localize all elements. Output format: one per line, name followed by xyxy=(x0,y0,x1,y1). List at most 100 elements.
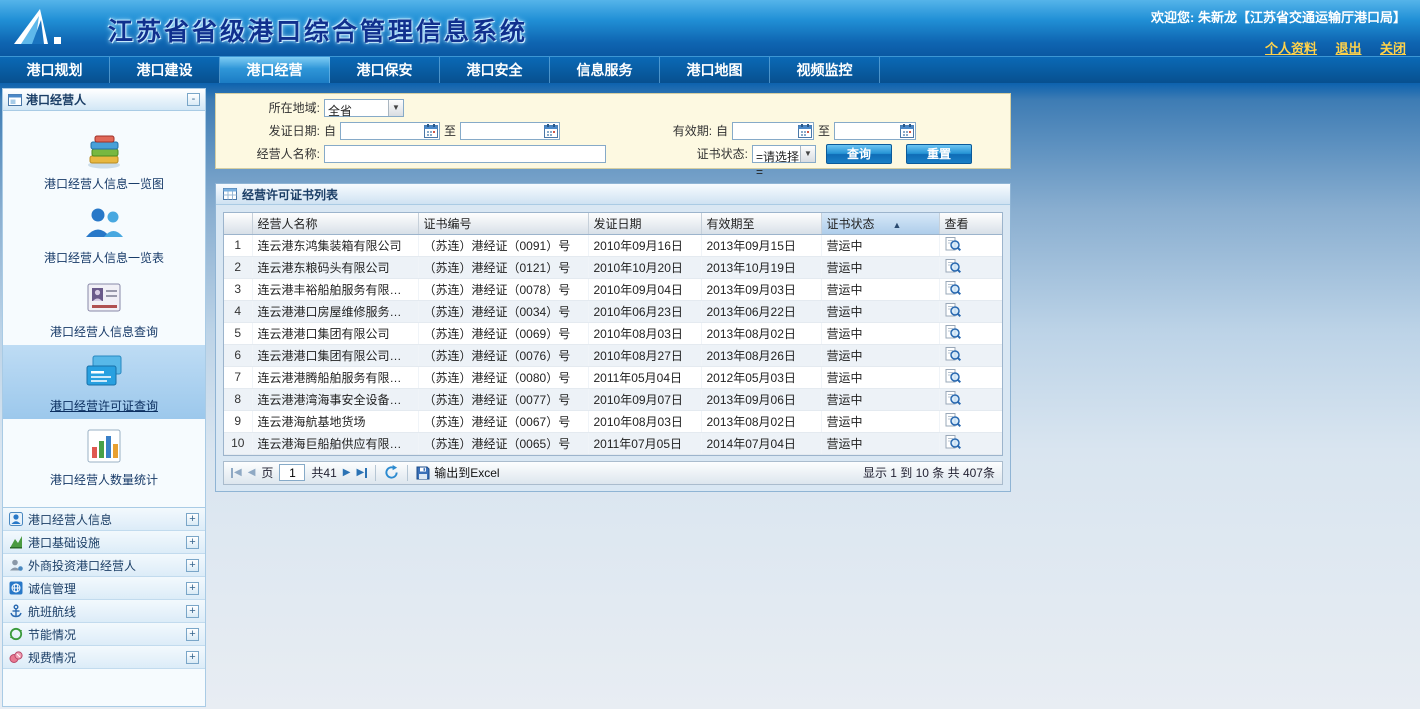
valid-until-cell: 2013年09月03日 xyxy=(701,278,821,300)
view-certificate-button[interactable] xyxy=(945,346,961,362)
view-certificate-button[interactable] xyxy=(945,412,961,428)
view-certificate-button[interactable] xyxy=(945,280,961,296)
sidebar-item-operator-statistics[interactable]: 港口经营人数量统计 xyxy=(3,419,205,493)
collapse-button[interactable]: - xyxy=(187,93,200,106)
to-label: 至 xyxy=(818,122,830,139)
expand-button[interactable]: + xyxy=(186,582,199,595)
table-row[interactable]: 1 连云港东鸿集装箱有限公司 （苏连）港经证（0091）号 2010年09月16… xyxy=(224,234,1002,256)
tab-port-planning[interactable]: 港口规划 xyxy=(0,57,110,83)
view-certificate-button[interactable] xyxy=(945,324,961,340)
table-row[interactable]: 10 连云港海巨船舶供应有限公司 （苏连）港经证（0065）号 2011年07月… xyxy=(224,432,1002,454)
cert-status-header[interactable]: 证书状态▲ xyxy=(821,213,939,234)
row-number: 2 xyxy=(224,256,252,278)
view-certificate-button[interactable] xyxy=(945,434,961,450)
table-row[interactable]: 6 连云港港口集团有限公司轮驳... （苏连）港经证（0076）号 2010年0… xyxy=(224,344,1002,366)
calendar-icon[interactable] xyxy=(900,124,914,138)
separator xyxy=(375,465,376,481)
welcome-text: 欢迎您: 朱新龙【江苏省交通运输厅港口局】 xyxy=(1151,7,1406,26)
export-excel-button[interactable]: 输出到Excel xyxy=(416,464,499,481)
row-number: 5 xyxy=(224,322,252,344)
next-page-icon[interactable]: ▶ xyxy=(343,468,351,478)
tab-info-service[interactable]: 信息服务 xyxy=(550,57,660,83)
view-certificate-button[interactable] xyxy=(945,390,961,406)
page-number-input[interactable] xyxy=(279,464,305,481)
prev-page-icon[interactable]: ◀ xyxy=(248,468,256,478)
sidebar-group-infrastructure[interactable]: 港口基础设施 + xyxy=(3,531,205,554)
table-row[interactable]: 7 连云港港腾船舶服务有限公司 （苏连）港经证（0080）号 2011年05月0… xyxy=(224,366,1002,388)
view-certificate-button[interactable] xyxy=(945,302,961,318)
sidebar-item-license-query[interactable]: 港口经营许可证查询 xyxy=(3,345,205,419)
table-row[interactable]: 4 连云港港口房屋维修服务公司 （苏连）港经证（0034）号 2010年06月2… xyxy=(224,300,1002,322)
issue-date-cell: 2010年08月03日 xyxy=(588,410,701,432)
profile-link[interactable]: 个人资料 xyxy=(1265,41,1317,56)
view-header[interactable]: 查看 xyxy=(939,213,1002,234)
magnifier-icon xyxy=(945,302,961,318)
tab-port-construction[interactable]: 港口建设 xyxy=(110,57,220,83)
valid-until-cell: 2013年08月02日 xyxy=(701,410,821,432)
tab-port-safety[interactable]: 港口安全 xyxy=(440,57,550,83)
region-select[interactable]: 全省 ▼ xyxy=(324,99,404,117)
close-link[interactable]: 关闭 xyxy=(1380,41,1406,56)
sidebar-item-operator-overview-chart[interactable]: 港口经营人信息一览图 xyxy=(3,123,205,197)
sidebar-group-integrity[interactable]: 诚信管理 + xyxy=(3,577,205,600)
table-row[interactable]: 8 连云港港湾海事安全设备有限... （苏连）港经证（0077）号 2010年0… xyxy=(224,388,1002,410)
tab-port-map[interactable]: 港口地图 xyxy=(660,57,770,83)
row-number-header xyxy=(224,213,252,234)
tab-port-security[interactable]: 港口保安 xyxy=(330,57,440,83)
sidebar-group-fees[interactable]: 规费情况 + xyxy=(3,646,205,669)
calendar-icon[interactable] xyxy=(544,124,558,138)
sidebar-item-operator-overview-table[interactable]: 港口经营人信息一览表 xyxy=(3,197,205,271)
export-excel-label: 输出到Excel xyxy=(434,464,499,481)
expand-button[interactable]: + xyxy=(186,651,199,664)
expand-button[interactable]: + xyxy=(186,513,199,526)
status-cell: 营运中 xyxy=(821,256,939,278)
sidebar-group-foreign-investment[interactable]: 外商投资港口经营人 + xyxy=(3,554,205,577)
logout-link[interactable]: 退出 xyxy=(1336,41,1362,56)
operator-name-input[interactable] xyxy=(324,145,606,163)
sidebar-title: 港口经营人 xyxy=(26,91,183,108)
sidebar-group-flight-routes[interactable]: 航班航线 + xyxy=(3,600,205,623)
status-cell: 营运中 xyxy=(821,234,939,256)
view-certificate-button[interactable] xyxy=(945,236,961,252)
expand-button[interactable]: + xyxy=(186,559,199,572)
expand-button[interactable]: + xyxy=(186,628,199,641)
cert-status-select[interactable]: =请选择= ▼ xyxy=(752,145,816,163)
query-button[interactable]: 查询 xyxy=(826,144,892,164)
sidebar-group-label: 外商投资港口经营人 xyxy=(28,557,181,574)
operator-name-header[interactable]: 经营人名称 xyxy=(252,213,418,234)
table-row[interactable]: 3 连云港丰裕船舶服务有限公司 （苏连）港经证（0078）号 2010年09月0… xyxy=(224,278,1002,300)
results-panel: 经营许可证书列表 经营人名称 证书编号 发证日期 有效期至 xyxy=(215,183,1011,492)
cert-no-header[interactable]: 证书编号 xyxy=(418,213,588,234)
view-certificate-button[interactable] xyxy=(945,258,961,274)
bar-chart-icon xyxy=(82,424,126,468)
sidebar-group-label: 诚信管理 xyxy=(28,580,181,597)
valid-until-header[interactable]: 有效期至 xyxy=(701,213,821,234)
sidebar-accordion: 港口经营人信息 + 港口基础设施 + 外商投资港口经营人 + xyxy=(3,507,205,669)
first-page-icon[interactable]: ◀ xyxy=(231,468,242,478)
tab-port-operation[interactable]: 港口经营 xyxy=(220,57,330,83)
integrity-globe-icon xyxy=(9,581,23,595)
magnifier-icon xyxy=(945,368,961,384)
table-row[interactable]: 2 连云港东粮码头有限公司 （苏连）港经证（0121）号 2010年10月20日… xyxy=(224,256,1002,278)
calendar-icon[interactable] xyxy=(798,124,812,138)
sidebar-group-operator-info[interactable]: 港口经营人信息 + xyxy=(3,508,205,531)
row-number: 4 xyxy=(224,300,252,322)
view-certificate-button[interactable] xyxy=(945,368,961,384)
refresh-button[interactable] xyxy=(384,465,399,480)
issue-date-cell: 2010年08月03日 xyxy=(588,322,701,344)
reset-button[interactable]: 重置 xyxy=(906,144,972,164)
tab-video-monitor[interactable]: 视频监控 xyxy=(770,57,880,83)
table-row[interactable]: 9 连云港海航基地货场 （苏连）港经证（0067）号 2010年08月03日 2… xyxy=(224,410,1002,432)
person-card-icon xyxy=(9,512,23,526)
status-cell: 营运中 xyxy=(821,344,939,366)
cert-no-cell: （苏连）港经证（0065）号 xyxy=(418,432,588,454)
expand-button[interactable]: + xyxy=(186,536,199,549)
sidebar-item-operator-info-query[interactable]: 港口经营人信息查询 xyxy=(3,271,205,345)
calendar-icon[interactable] xyxy=(424,124,438,138)
last-page-icon[interactable]: ▶ xyxy=(356,468,367,478)
sidebar-group-energy-saving[interactable]: 节能情况 + xyxy=(3,623,205,646)
issue-date-header[interactable]: 发证日期 xyxy=(588,213,701,234)
table-row[interactable]: 5 连云港港口集团有限公司 （苏连）港经证（0069）号 2010年08月03日… xyxy=(224,322,1002,344)
valid-until-cell: 2013年09月15日 xyxy=(701,234,821,256)
expand-button[interactable]: + xyxy=(186,605,199,618)
